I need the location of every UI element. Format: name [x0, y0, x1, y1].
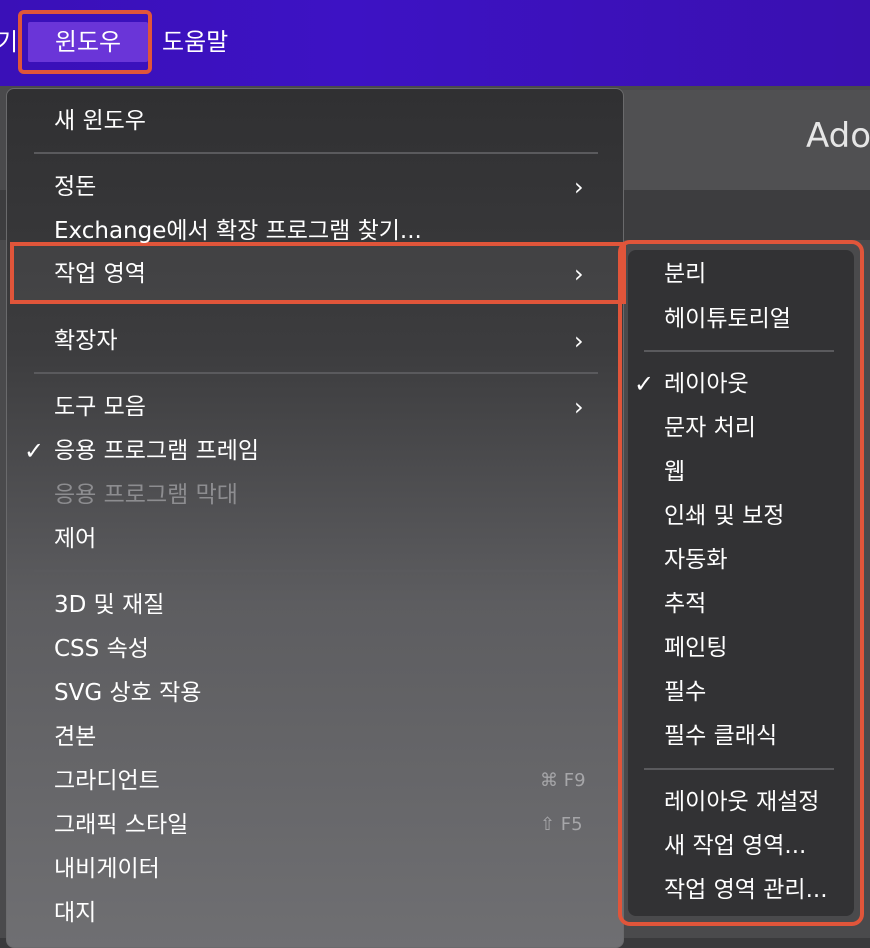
menu-item-control[interactable]: 제어	[54, 524, 96, 554]
menu-item-arrange[interactable]: 정돈	[54, 172, 96, 202]
menu-item-swatches[interactable]: 견본	[54, 722, 96, 752]
submenu-item-essentials[interactable]: 필수	[664, 677, 706, 707]
menu-separator	[34, 372, 598, 374]
submenu-item-painting[interactable]: 페인팅	[664, 633, 727, 663]
submenu-item-essentials-classic[interactable]: 필수 클래식	[664, 721, 777, 751]
menu-item-workspace[interactable]: 작업 영역	[54, 259, 146, 289]
menu-item-find-extensions[interactable]: Exchange에서 확장 프로그램 찾기...	[54, 216, 422, 246]
menu-item-toolbars[interactable]: 도구 모음	[54, 392, 146, 422]
chevron-right-icon: ›	[574, 173, 584, 201]
menu-item-extensions[interactable]: 확장자	[54, 326, 117, 356]
submenu-item-reset-layout[interactable]: 레이아웃 재설정	[664, 787, 819, 817]
chevron-right-icon: ›	[574, 327, 584, 355]
submenu-item-web[interactable]: 웹	[664, 457, 685, 487]
graphic-styles-shortcut: ⇧ F5	[540, 814, 583, 835]
menu-view[interactable]: 기	[0, 22, 18, 62]
app-title: Ado	[806, 116, 870, 156]
menu-item-graphic-styles[interactable]: 그래픽 스타일	[54, 810, 188, 840]
menu-item-app-bar: 응용 프로그램 막대	[54, 482, 238, 508]
submenu-separator	[644, 768, 834, 770]
submenu-item-separate[interactable]: 분리	[664, 259, 706, 289]
submenu-item-typography[interactable]: 문자 처리	[664, 413, 756, 443]
highlight-workspace-submenu	[618, 240, 864, 926]
gradient-shortcut: ⌘ F9	[540, 770, 586, 791]
menu-separator	[34, 570, 598, 572]
menu-item-artboards[interactable]: 대지	[54, 898, 96, 928]
submenu-item-layout[interactable]: 레이아웃	[664, 369, 749, 399]
menu-item-3d-materials[interactable]: 3D 및 재질	[54, 590, 164, 620]
menu-item-css-properties[interactable]: CSS 속성	[54, 634, 149, 664]
submenu-item-print-proofing[interactable]: 인쇄 및 보정	[664, 501, 784, 531]
menu-separator	[34, 152, 598, 154]
chevron-right-icon: ›	[574, 260, 584, 288]
submenu-item-tutorial[interactable]: 헤이튜토리얼	[664, 304, 791, 334]
menu-item-navigator[interactable]: 내비게이터	[54, 854, 160, 884]
submenu-item-automation[interactable]: 자동화	[664, 545, 727, 575]
menu-item-app-frame[interactable]: 응용 프로그램 프레임	[54, 436, 259, 466]
submenu-item-manage-workspaces[interactable]: 작업 영역 관리...	[664, 875, 828, 905]
menu-help[interactable]: 도움말	[162, 22, 228, 62]
submenu-item-new-workspace[interactable]: 새 작업 영역...	[664, 831, 806, 861]
highlight-window-menu	[18, 10, 152, 74]
submenu-separator	[644, 350, 834, 352]
menu-item-gradient[interactable]: 그라디언트	[54, 766, 160, 796]
checkmark-icon: ✓	[634, 370, 655, 398]
menu-item-svg-interactivity[interactable]: SVG 상호 작용	[54, 678, 201, 708]
chevron-right-icon: ›	[574, 393, 584, 421]
checkmark-icon: ✓	[24, 437, 45, 465]
menu-item-new-window[interactable]: 새 윈도우	[54, 106, 146, 136]
submenu-item-tracing[interactable]: 추적	[664, 589, 706, 619]
